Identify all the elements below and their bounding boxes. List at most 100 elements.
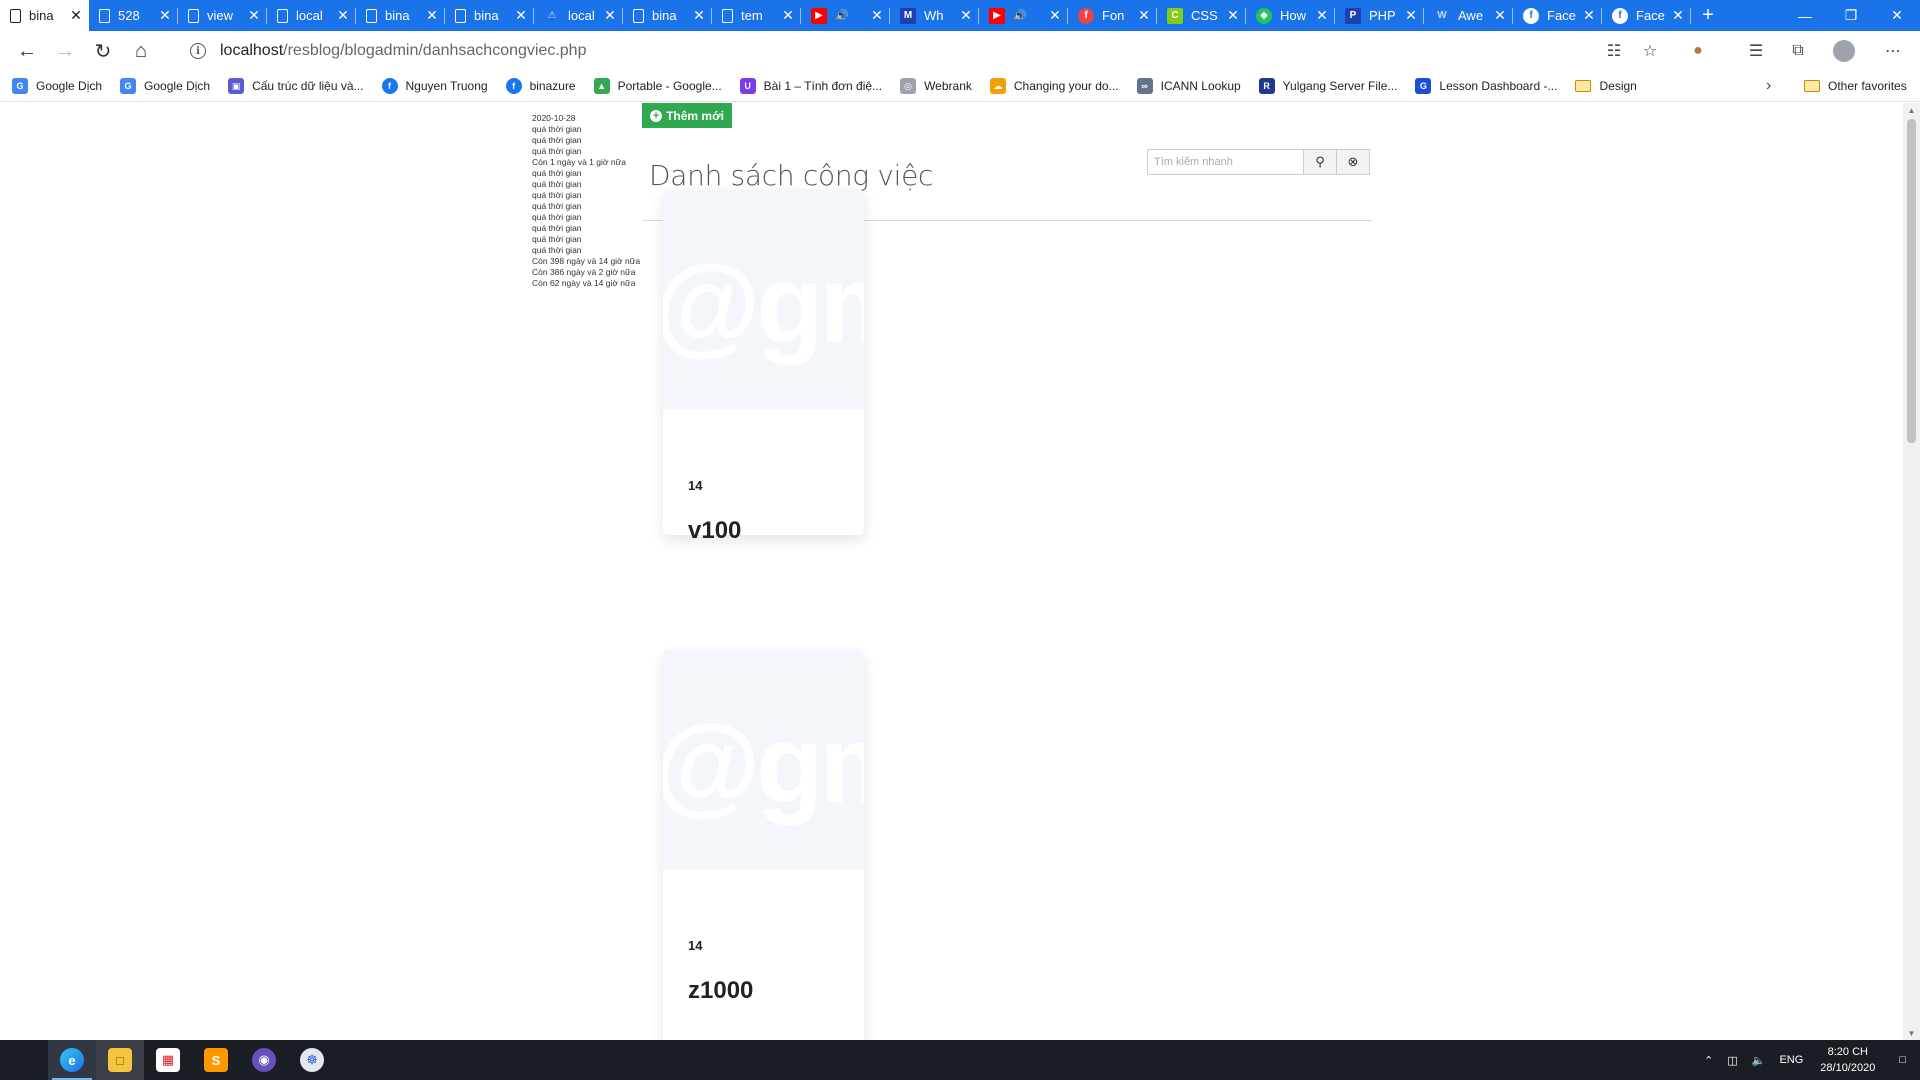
- back-icon[interactable]: ←: [8, 35, 46, 67]
- home-icon[interactable]: ⌂: [122, 35, 160, 67]
- bookmark-item[interactable]: f binazure: [505, 78, 576, 94]
- collections-icon[interactable]: ⧉: [1780, 31, 1816, 71]
- bookmark-label: ICANN Lookup: [1160, 79, 1241, 93]
- language-indicator[interactable]: ENG: [1772, 1054, 1810, 1066]
- debug-line: quá thời gian: [532, 168, 582, 178]
- edge-icon[interactable]: e: [48, 1040, 96, 1080]
- page-viewport: 2020-10-28 quá thời gian quá thời gian quá …: [0, 103, 1920, 1040]
- browser-tab[interactable]: ▶ 🔊 ✕: [801, 0, 890, 31]
- browser-tab[interactable]: bina ✕: [623, 0, 712, 31]
- browser-tab[interactable]: ⚠ local ✕: [534, 0, 623, 31]
- card-title[interactable]: v100: [688, 517, 741, 545]
- close-tab-icon[interactable]: ✕: [247, 7, 261, 24]
- browser-tab[interactable]: bina ✕: [445, 0, 534, 31]
- new-tab-button[interactable]: +: [1691, 0, 1725, 31]
- address-bar[interactable]: i localhost/resblog/blogadmin/danhsachco…: [190, 36, 1655, 66]
- browser-tab[interactable]: f Face ✕: [1513, 0, 1602, 31]
- bookmark-item[interactable]: ▣ Cấu trúc dữ liệu và...: [228, 78, 364, 94]
- close-tab-icon[interactable]: ✕: [1048, 7, 1062, 24]
- close-tab-icon[interactable]: ✕: [1671, 7, 1685, 24]
- bookmark-item[interactable]: ◎ Webrank: [900, 78, 972, 94]
- paint-icon[interactable]: ▦: [144, 1040, 192, 1080]
- browser-tab-strip: bina ✕ 528 ✕ view ✕ local ✕ bina ✕ bina ✕ ⚠ local ✕ bin…: [0, 0, 1920, 31]
- close-tab-icon[interactable]: ✕: [603, 7, 617, 24]
- menu-dots-icon[interactable]: ⋯: [1875, 31, 1911, 71]
- other-favorites[interactable]: Other favorites: [1804, 71, 1907, 101]
- reset-icon[interactable]: ⊗: [1337, 149, 1370, 175]
- volume-icon[interactable]: 🔈: [1745, 1054, 1773, 1067]
- restore-icon[interactable]: ❐: [1828, 0, 1874, 31]
- browser-tab[interactable]: ▶ 🔊 ✕: [979, 0, 1068, 31]
- file-explorer-icon[interactable]: □: [96, 1040, 144, 1080]
- notification-icon[interactable]: □: [1885, 1054, 1920, 1066]
- favorites-list-icon[interactable]: ☰: [1738, 31, 1774, 71]
- profile-avatar[interactable]: [1826, 31, 1862, 71]
- browser-tab[interactable]: M Wh ✕: [890, 0, 979, 31]
- close-window-icon[interactable]: ✕: [1874, 0, 1920, 31]
- bookmark-item[interactable]: Design: [1575, 78, 1637, 94]
- favorite-star-icon[interactable]: ☆: [1632, 31, 1668, 71]
- browser-tab[interactable]: bina ✕: [356, 0, 445, 31]
- refresh-icon[interactable]: ↻: [84, 35, 122, 67]
- windows-start-icon[interactable]: [0, 1040, 48, 1080]
- close-tab-icon[interactable]: ✕: [692, 7, 706, 24]
- browser-tab[interactable]: bina ✕: [0, 0, 89, 31]
- close-tab-icon[interactable]: ✕: [959, 7, 973, 24]
- bookmark-item[interactable]: ☁ Changing your do...: [989, 78, 1119, 94]
- browser-tab[interactable]: f Fon ✕: [1068, 0, 1157, 31]
- site-info-icon[interactable]: i: [190, 43, 206, 59]
- close-tab-icon[interactable]: ✕: [514, 7, 528, 24]
- chevron-up-icon[interactable]: ⌃: [1697, 1054, 1720, 1067]
- vertical-scrollbar[interactable]: ▲ ▼: [1903, 103, 1920, 1040]
- clock[interactable]: 8:20 CH 28/10/2020: [1810, 1044, 1885, 1076]
- close-tab-icon[interactable]: ✕: [69, 7, 83, 24]
- bookmark-item[interactable]: U Bài 1 – Tính đơn điệ...: [739, 78, 882, 94]
- scroll-up-icon[interactable]: ▲: [1903, 103, 1920, 117]
- audio-playing-icon[interactable]: 🔊: [1013, 9, 1027, 22]
- debug-line: quá thời gian: [532, 190, 582, 200]
- close-tab-icon[interactable]: ✕: [1137, 7, 1151, 24]
- search-input[interactable]: [1147, 149, 1304, 175]
- browser-tab[interactable]: W Awe ✕: [1424, 0, 1513, 31]
- search-icon[interactable]: ⚲: [1304, 149, 1337, 175]
- close-tab-icon[interactable]: ✕: [781, 7, 795, 24]
- network-icon[interactable]: ◫: [1720, 1054, 1744, 1067]
- close-tab-icon[interactable]: ✕: [425, 7, 439, 24]
- scroll-thumb[interactable]: [1907, 119, 1916, 443]
- scroll-down-icon[interactable]: ▼: [1903, 1026, 1920, 1040]
- close-tab-icon[interactable]: ✕: [870, 7, 884, 24]
- close-tab-icon[interactable]: ✕: [1404, 7, 1418, 24]
- browser-tab[interactable]: P PHP ✕: [1335, 0, 1424, 31]
- browser-tab[interactable]: ◆ How ✕: [1246, 0, 1335, 31]
- browser-tab[interactable]: tem ✕: [712, 0, 801, 31]
- extension-icon[interactable]: ●: [1680, 31, 1716, 71]
- minimize-icon[interactable]: —: [1782, 0, 1828, 31]
- close-tab-icon[interactable]: ✕: [1226, 7, 1240, 24]
- close-tab-icon[interactable]: ✕: [158, 7, 172, 24]
- bookmark-item[interactable]: G Google Dịch: [12, 78, 102, 94]
- translate-icon[interactable]: ☷: [1596, 31, 1632, 71]
- bookmark-item[interactable]: G Google Dịch: [120, 78, 210, 94]
- app-icon[interactable]: ☸: [288, 1040, 336, 1080]
- browser-tab[interactable]: local ✕: [267, 0, 356, 31]
- obs-icon[interactable]: ◉: [240, 1040, 288, 1080]
- bookmark-item[interactable]: G Lesson Dashboard -...: [1415, 78, 1557, 94]
- chevron-right-icon[interactable]: ›: [1766, 71, 1771, 101]
- sublime-icon[interactable]: S: [192, 1040, 240, 1080]
- close-tab-icon[interactable]: ✕: [336, 7, 350, 24]
- bookmark-item[interactable]: ▲ Portable - Google...: [593, 78, 722, 94]
- browser-tab[interactable]: f Face ✕: [1602, 0, 1691, 31]
- close-tab-icon[interactable]: ✕: [1315, 7, 1329, 24]
- audio-playing-icon[interactable]: 🔊: [835, 9, 849, 22]
- card-title[interactable]: z1000: [688, 977, 753, 1005]
- forward-icon[interactable]: →: [46, 35, 84, 67]
- bookmark-item[interactable]: R Yulgang Server File...: [1258, 78, 1397, 94]
- bookmark-item[interactable]: ∞ ICANN Lookup: [1136, 78, 1241, 94]
- close-tab-icon[interactable]: ✕: [1493, 7, 1507, 24]
- close-tab-icon[interactable]: ✕: [1582, 7, 1596, 24]
- browser-tab[interactable]: view ✕: [178, 0, 267, 31]
- browser-tab[interactable]: C CSS ✕: [1157, 0, 1246, 31]
- add-new-button[interactable]: + Thêm mới: [642, 103, 732, 128]
- browser-tab[interactable]: 528 ✕: [89, 0, 178, 31]
- bookmark-item[interactable]: f Nguyen Truong: [381, 78, 488, 94]
